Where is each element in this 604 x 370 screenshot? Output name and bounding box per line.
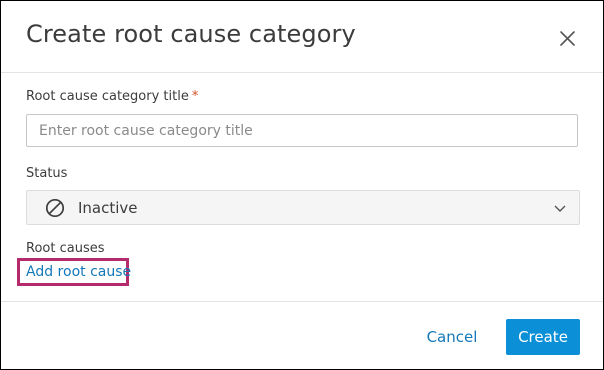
required-marker: * xyxy=(191,89,199,104)
status-field-label: Status xyxy=(26,166,68,181)
title-field-label-text: Root cause category title xyxy=(26,89,189,104)
dialog-footer: Cancel Create xyxy=(1,301,603,370)
title-field-label: Root cause category title * xyxy=(26,89,198,104)
status-select[interactable]: Inactive xyxy=(26,190,580,225)
dialog-header: Create root cause category xyxy=(1,1,603,73)
inactive-circle-slash-icon xyxy=(45,198,65,218)
create-root-cause-category-dialog: Create root cause category Root cause ca… xyxy=(0,0,604,370)
root-causes-label: Root causes xyxy=(26,241,105,256)
add-root-cause-link[interactable]: Add root cause xyxy=(17,258,131,286)
close-icon xyxy=(560,31,575,46)
root-cause-category-title-input[interactable] xyxy=(26,114,578,147)
status-selected-value: Inactive xyxy=(78,199,138,217)
dialog-body: Root cause category title* Status Inacti… xyxy=(1,73,603,302)
create-button[interactable]: Create xyxy=(506,319,580,355)
close-button[interactable] xyxy=(555,26,579,50)
cancel-button[interactable]: Cancel xyxy=(422,320,482,354)
chevron-down-icon xyxy=(554,205,566,212)
dialog-title: Create root cause category xyxy=(26,20,356,48)
